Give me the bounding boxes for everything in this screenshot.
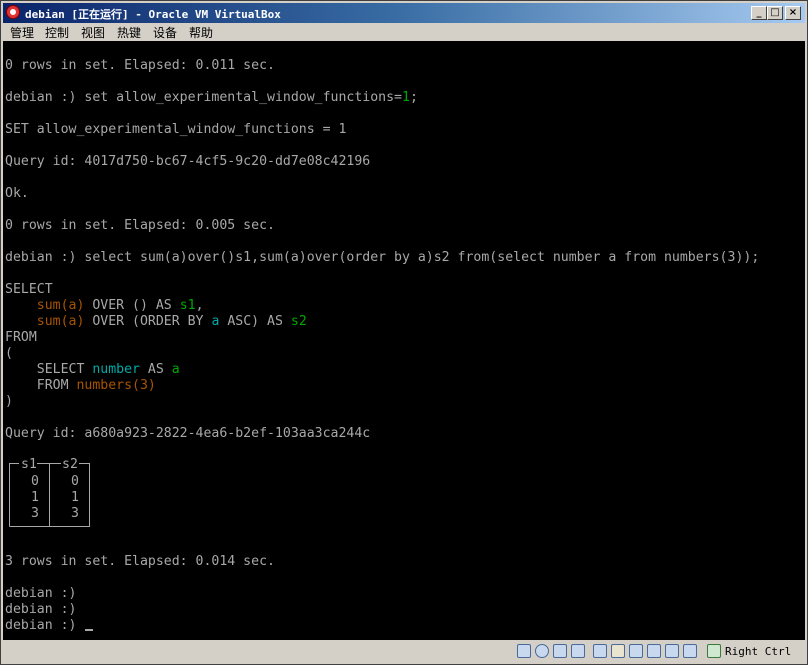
terminal-text: , [195, 298, 204, 313]
terminal-text: sum(a) [36, 298, 85, 313]
terminal-text: ( [5, 346, 13, 361]
terminal-line: 0 rows in set. Elapsed: 0.005 sec. [5, 218, 275, 234]
maximize-button[interactable]: □ [767, 6, 783, 20]
table-cell: 3 [71, 506, 79, 521]
terminal-text: a [171, 362, 180, 377]
terminal-line: sum(a) OVER (ORDER BY a ASC) AS s2 [5, 314, 307, 330]
terminal-line: sum(a) OVER () AS s1, [5, 298, 204, 314]
terminal-text: SELECT [5, 362, 93, 377]
optical-drive-icon[interactable] [535, 644, 549, 658]
table-cell: 3 [31, 506, 39, 521]
display-icon[interactable] [629, 644, 643, 658]
table-cell: 0 [71, 474, 79, 489]
terminal-text: debian :) [5, 618, 85, 633]
terminal-text: ASC) AS [219, 314, 291, 329]
terminal-text: Query id: a680a923-2822-4ea6-b2ef-103aa3… [5, 426, 371, 441]
terminal-text: OVER (ORDER BY [84, 314, 212, 329]
terminal-text: debian :) [5, 586, 77, 601]
column-header-s2: s2 [62, 457, 78, 472]
close-button[interactable]: × [785, 6, 801, 20]
shared-folder-icon[interactable] [611, 644, 625, 658]
audio-icon[interactable] [553, 644, 567, 658]
debian-app-icon [6, 5, 20, 19]
terminal-line: Query id: 4017d750-bc67-4cf5-9c20-dd7e08… [5, 154, 370, 170]
capture-icon[interactable] [647, 644, 661, 658]
text-cursor [85, 629, 94, 631]
menu-devices[interactable]: 设备 [153, 24, 177, 41]
keyboard-icon[interactable] [707, 644, 721, 658]
terminal-line: FROM numbers(3) [5, 378, 156, 394]
host-key-label: Right Ctrl [725, 645, 792, 658]
terminal-text: debian :) select sum(a)over()s1,sum(a)ov… [5, 250, 760, 265]
terminal-text: ; [409, 90, 418, 105]
menu-view[interactable]: 视图 [81, 24, 105, 41]
column-header-s1: s1 [21, 457, 37, 472]
terminal-line: debian :) select sum(a)over()s1,sum(a)ov… [5, 250, 759, 266]
terminal-text: numbers(3) [76, 378, 156, 393]
terminal-text: FROM [5, 378, 77, 393]
terminal-line: Query id: a680a923-2822-4ea6-b2ef-103aa3… [5, 426, 370, 442]
window-title: debian [正在运行] - Oracle VM VirtualBox [25, 8, 281, 21]
result-table: s1 s2 0 0 1 1 3 3 [9, 457, 90, 527]
terminal-text: AS [139, 362, 172, 377]
terminal-text: SET allow_experimental_window_functions … [5, 122, 347, 137]
terminal-line: SELECT number AS a [5, 362, 180, 378]
status-bar: Right Ctrl [3, 640, 805, 664]
usb-icon[interactable] [593, 644, 607, 658]
minimize-button[interactable]: _ [751, 6, 767, 20]
network-icon[interactable] [571, 644, 585, 658]
terminal-text: debian :) set allow_experimental_window_… [5, 90, 402, 105]
terminal-text: s2 [290, 314, 307, 329]
terminal-line: FROM [5, 330, 37, 346]
menu-bar: 管理 控制 视图 热键 设备 帮助 [3, 23, 805, 41]
terminal-line: ) [5, 394, 13, 410]
terminal-text: SELECT [5, 282, 53, 297]
terminal-text: Ok. [5, 186, 29, 201]
terminal-prompt-line: debian :) [5, 618, 94, 634]
menu-hotkey[interactable]: 热键 [117, 24, 141, 41]
terminal-line: Ok. [5, 186, 29, 202]
terminal-line: ( [5, 346, 13, 362]
menu-help[interactable]: 帮助 [189, 24, 213, 41]
menu-control[interactable]: 控制 [45, 24, 69, 41]
terminal-text: 0 rows in set. Elapsed: 0.011 sec. [5, 58, 275, 73]
terminal-text: number [92, 362, 140, 377]
terminal-text: 3 rows in set. Elapsed: 0.014 sec. [5, 554, 275, 569]
terminal-line: debian :) set allow_experimental_window_… [5, 90, 418, 106]
terminal-text: s1 [179, 298, 196, 313]
terminal-text: sum(a) [36, 314, 85, 329]
table-cell: 1 [71, 490, 79, 505]
recording-icon[interactable] [665, 644, 679, 658]
terminal-text: Query id: 4017d750-bc67-4cf5-9c20-dd7e08… [5, 154, 371, 169]
terminal-text: 1 [401, 90, 410, 105]
terminal-text: ) [5, 394, 13, 409]
menu-manage[interactable]: 管理 [10, 24, 34, 41]
terminal-text: OVER () AS [84, 298, 180, 313]
title-bar[interactable]: debian [正在运行] - Oracle VM VirtualBox _ □… [3, 3, 805, 23]
terminal-line: SELECT [5, 282, 53, 298]
terminal-line: debian :) [5, 602, 76, 618]
terminal-screen[interactable]: 0 rows in set. Elapsed: 0.011 sec. debia… [3, 41, 805, 640]
terminal-line: 3 rows in set. Elapsed: 0.014 sec. [5, 554, 275, 570]
hard-disk-icon[interactable] [517, 644, 531, 658]
table-cell: 0 [31, 474, 39, 489]
terminal-line: SET allow_experimental_window_functions … [5, 122, 346, 138]
virtualbox-window: debian [正在运行] - Oracle VM VirtualBox _ □… [0, 0, 808, 665]
terminal-text: debian :) [5, 602, 77, 617]
terminal-text: FROM [5, 330, 37, 345]
table-cell: 1 [31, 490, 39, 505]
terminal-line: 0 rows in set. Elapsed: 0.011 sec. [5, 58, 275, 74]
terminal-text: 0 rows in set. Elapsed: 0.005 sec. [5, 218, 275, 233]
terminal-line: debian :) [5, 586, 76, 602]
